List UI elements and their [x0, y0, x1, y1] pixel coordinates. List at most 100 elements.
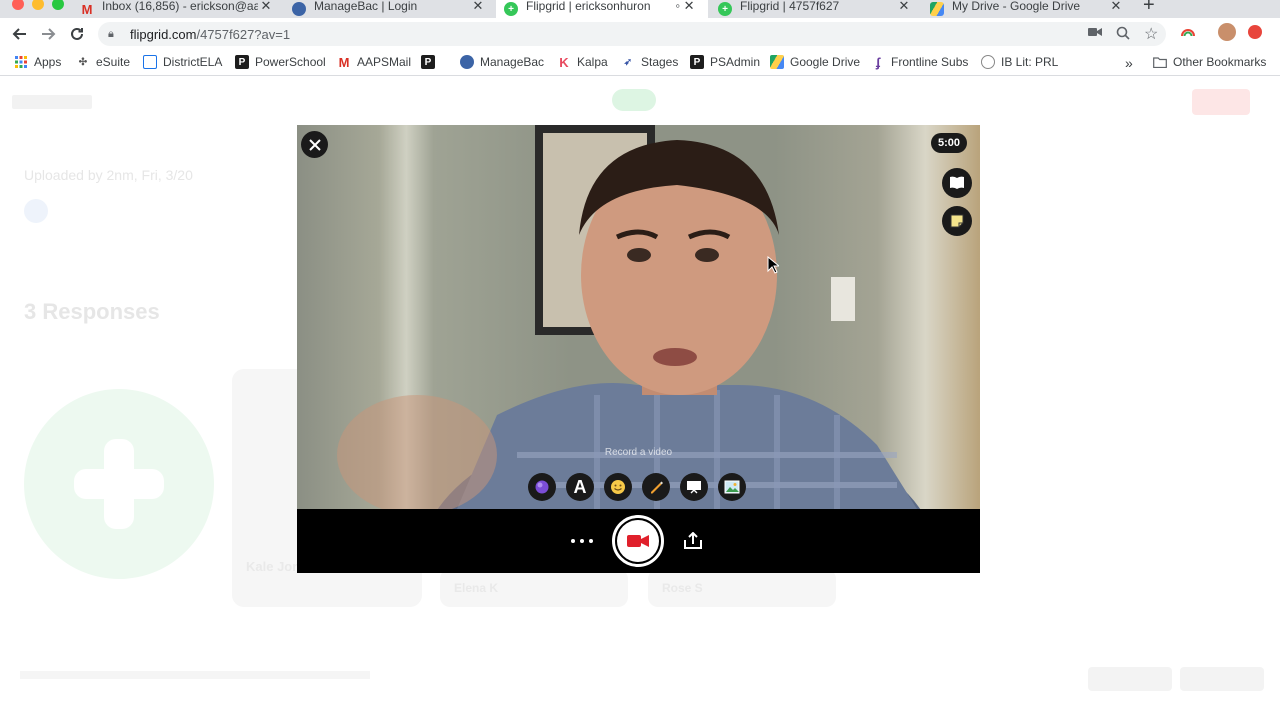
sticky-note-icon [950, 214, 964, 228]
other-bookmarks[interactable]: Other Bookmarks [1153, 55, 1266, 69]
bookmark-managebac[interactable]: ManageBac [460, 55, 544, 69]
response-name: Elena K [454, 581, 499, 595]
video-camera-icon [627, 535, 649, 547]
bookmark-kalpa[interactable]: K Kalpa [557, 55, 608, 70]
new-tab-button[interactable]: + [1143, 0, 1155, 17]
arrow-left-icon [12, 28, 26, 40]
bookmark-label: Apps [34, 55, 62, 69]
filter-lens-icon [535, 480, 549, 494]
pencil-icon [651, 481, 663, 494]
add-response-button[interactable] [24, 389, 214, 579]
powerschool-icon: P [421, 55, 435, 69]
more-options-button[interactable] [571, 534, 593, 548]
arrow-right-icon [42, 28, 56, 40]
google-drive-icon [770, 55, 784, 69]
tab-title: Flipgrid | ericksonhuron [526, 0, 651, 13]
address-bar[interactable]: 🔒︎ flipgrid.com/4757f627?av=1 [98, 22, 1166, 46]
close-tab-icon[interactable]: ✕ [258, 0, 274, 14]
bookmark-psadmin[interactable]: P PSAdmin [690, 55, 760, 69]
log-out-button[interactable] [1192, 89, 1250, 115]
zoom-window-button[interactable] [52, 0, 64, 10]
extension-rainbow-icon[interactable] [1180, 25, 1196, 40]
emoji-button[interactable] [604, 473, 632, 501]
close-tab-icon[interactable]: ✕ [896, 0, 912, 14]
uploaded-by-text: Uploaded by 2nm, Fri, 3/20 [24, 167, 193, 183]
camera-preview: 5:00 Record a video A [297, 125, 980, 509]
bookmark-label: Kalpa [577, 55, 608, 69]
bookmark-google-drive[interactable]: Google Drive [770, 55, 860, 69]
bookmark-star-icon[interactable]: ☆ [1144, 24, 1158, 44]
bookmarks-overflow-chevron-icon[interactable]: » [1125, 55, 1133, 71]
tab-strip: M Inbox (16,856) - erickson@aap ✕ Manage… [0, 0, 1280, 18]
tab-gmail[interactable]: M Inbox (16,856) - erickson@aap ✕ [72, 0, 282, 18]
bookmark-label: PowerSchool [255, 55, 326, 69]
bookmark-apps[interactable]: Apps [14, 55, 61, 69]
bookmark-label: Stages [641, 55, 679, 69]
bookmark-ib-lit[interactable]: IB Lit: PRL [981, 55, 1058, 69]
record-button[interactable] [612, 515, 664, 567]
bookmark-label: eSuite [96, 55, 131, 69]
tab-title: Flipgrid | 4757f627 [740, 0, 840, 13]
tab-flipgrid[interactable]: + Flipgrid | 4757f627 ✕ [710, 0, 920, 18]
tab-managebac[interactable]: ManageBac | Login ✕ [284, 0, 494, 18]
close-recorder-button[interactable] [301, 131, 328, 158]
forward-button[interactable] [37, 23, 59, 45]
powerschool-icon: P [235, 55, 249, 69]
tab-flipgrid-active[interactable]: + Flipgrid | ericksonhuron ◦ ✕ [496, 0, 708, 18]
bookmark-label: AAPSMail [357, 55, 412, 69]
filters-button[interactable] [528, 473, 556, 501]
tab-title: Inbox (16,856) - erickson@aap [102, 0, 258, 13]
minimize-window-button[interactable] [32, 0, 44, 10]
close-tab-icon[interactable]: ◦ ✕ [670, 0, 700, 14]
bookmark-label: DistrictELA [163, 55, 223, 69]
emoji-icon [611, 480, 625, 494]
close-tab-icon[interactable]: ✕ [1108, 0, 1124, 14]
frame-button[interactable] [718, 473, 746, 501]
gmail-icon: M [338, 54, 350, 70]
ib-icon [981, 55, 995, 69]
bookmark-label: ManageBac [480, 55, 545, 69]
bookmark-powerschool-2[interactable]: P [421, 55, 441, 69]
bookmark-esuite[interactable]: ✣ eSuite [76, 55, 130, 69]
flipgrid-logo [612, 89, 656, 111]
bookmark-stages[interactable]: ➶ Stages [621, 55, 679, 69]
record-hint-text: Record a video [604, 447, 673, 458]
tab-google-drive[interactable]: My Drive - Google Drive ✕ [922, 0, 1132, 18]
mouse-cursor-icon [767, 256, 779, 274]
bookmarks-bar: Apps ✣ eSuite DistrictELA P PowerSchool MA… [0, 50, 1280, 76]
bookmark-aapsmail[interactable]: M AAPSMail [337, 54, 412, 70]
camera-in-use-icon[interactable] [1088, 26, 1102, 41]
zoom-icon[interactable] [1116, 26, 1130, 43]
dot [571, 539, 575, 543]
back-button[interactable] [9, 23, 31, 45]
view-topic-button[interactable] [942, 168, 972, 198]
profile-avatar[interactable] [1218, 23, 1236, 41]
close-tab-icon[interactable]: ✕ [470, 0, 486, 14]
google-play-badge[interactable] [1180, 667, 1264, 691]
frontline-icon: ʄ [875, 54, 881, 70]
upload-icon [684, 531, 702, 549]
google-drive-icon [930, 2, 944, 16]
image-frame-icon [724, 480, 740, 494]
response-card[interactable]: Elena K [440, 569, 628, 607]
upload-button[interactable] [683, 531, 703, 550]
bookmark-powerschool[interactable]: P PowerSchool [235, 55, 326, 69]
sticky-note-button[interactable] [942, 206, 972, 236]
bookmark-districtela[interactable]: DistrictELA [143, 55, 222, 69]
board-button[interactable] [680, 473, 708, 501]
close-window-button[interactable] [12, 0, 24, 10]
text-tool-button[interactable]: A [566, 473, 594, 501]
response-name: Rose S [662, 581, 703, 595]
reload-button[interactable] [66, 23, 88, 45]
draw-button[interactable] [642, 473, 670, 501]
whiteboard-icon [687, 481, 701, 494]
responses-heading: 3 Responses [24, 299, 160, 324]
response-card[interactable]: Rose S [648, 569, 836, 607]
bookmark-frontline[interactable]: ʄ Frontline Subs [871, 54, 969, 70]
esuite-icon: ✣ [78, 56, 88, 68]
app-store-badge[interactable] [1088, 667, 1172, 691]
powerschool-icon: P [690, 55, 704, 69]
extension-icon[interactable] [1248, 25, 1262, 39]
tab-title: ManageBac | Login [314, 0, 418, 13]
time-remaining-badge: 5:00 [931, 133, 967, 153]
